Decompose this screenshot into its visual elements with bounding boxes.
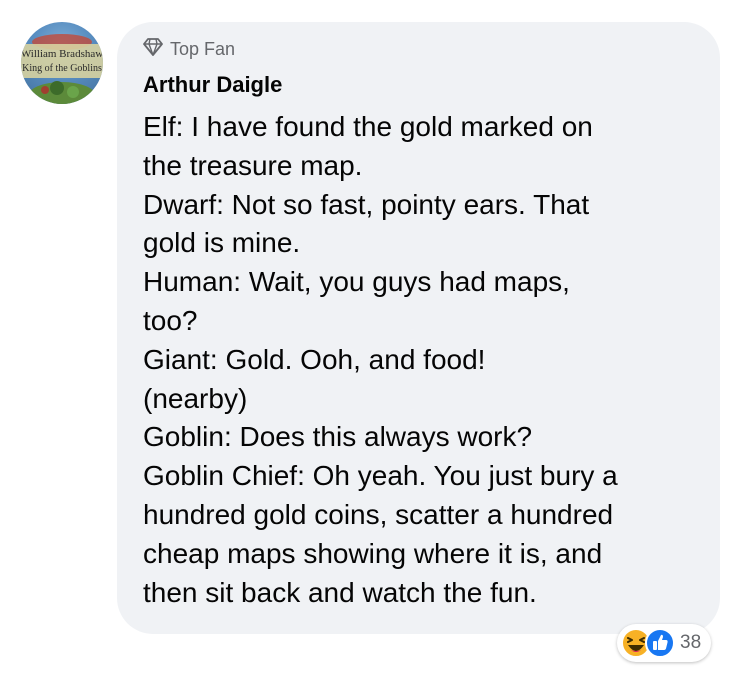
comment-line: (nearby) — [143, 382, 248, 414]
comment-line: Goblin Chief: Oh yeah. You just bury a — [143, 460, 618, 492]
comment-line: Giant: Gold. Ooh, and food! — [143, 343, 486, 375]
comment-line: cheap maps showing where it is, and — [143, 537, 603, 569]
comment-line: hundred gold coins, scatter a hundred — [143, 498, 614, 530]
comment-line: Goblin: Does this always work? — [143, 421, 533, 453]
avatar-line-2: King of the Goblins — [22, 63, 102, 74]
comment-line: the treasure map. — [143, 149, 363, 181]
reaction-summary[interactable]: 38 — [617, 624, 712, 662]
comment-line: too? — [143, 304, 198, 336]
avatar-line-1: William Bradshaw — [21, 48, 103, 60]
comment-author[interactable]: Arthur Daigle — [143, 72, 282, 98]
comment-line: Dwarf: Not so fast, pointy ears. That — [143, 188, 590, 220]
comment-line: Elf: I have found the gold marked on — [143, 111, 593, 142]
reaction-count: 38 — [680, 632, 702, 653]
comment-bubble: Top Fan Arthur Daigle Elf: I have found … — [117, 22, 720, 634]
comment-line: then sit back and watch the fun. — [143, 576, 537, 608]
badge-label: Top Fan — [170, 39, 236, 59]
diamond-icon — [143, 38, 163, 61]
comment-line: gold is mine. — [143, 227, 301, 259]
comment-line: Human: Wait, you guys had maps, — [143, 266, 570, 298]
commenter-avatar[interactable]: William Bradshaw King of the Goblins — [21, 22, 103, 104]
comment-body: Elf: I have found the gold marked on the… — [143, 108, 713, 612]
top-fan-badge[interactable]: Top Fan — [143, 38, 235, 61]
like-icon — [645, 628, 675, 658]
